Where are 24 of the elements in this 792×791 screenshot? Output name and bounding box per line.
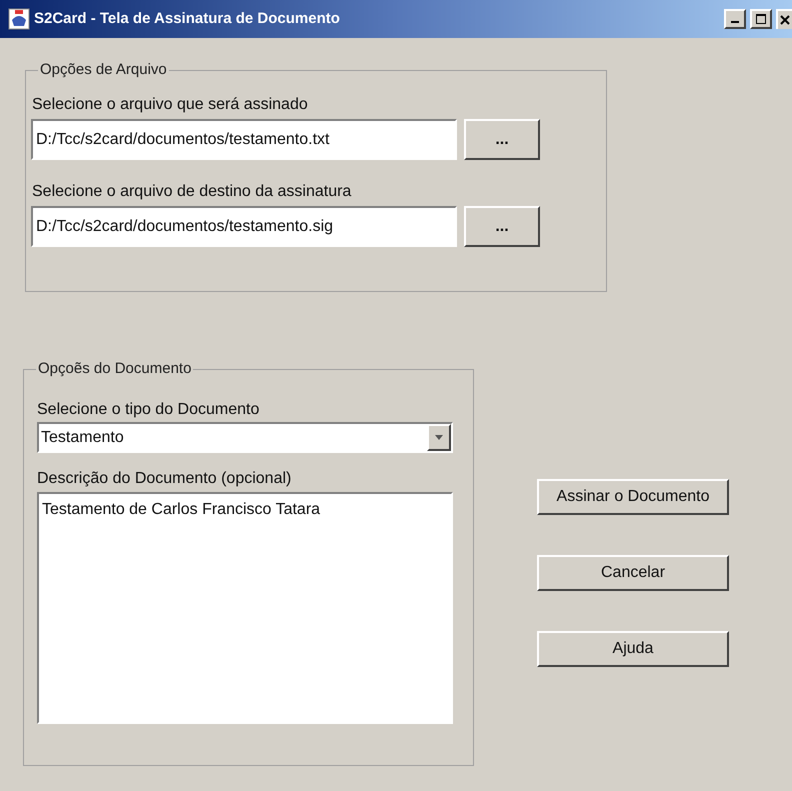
action-button[interactable]: Assinar o Documento	[537, 479, 729, 515]
field-label: Selecione o tipo do Documento	[37, 400, 260, 420]
close-button[interactable]	[776, 9, 792, 29]
minimize-icon	[731, 21, 739, 23]
browse-button[interactable]: ...	[464, 206, 540, 247]
maximize-button[interactable]	[750, 9, 772, 29]
type-dropdown[interactable]: Testamento	[37, 422, 453, 453]
app-icon	[8, 8, 30, 30]
field-label: Selecione o arquivo de destino da assinatura	[31, 182, 352, 202]
description-textarea[interactable]: Testamento de Carlos Francisco Tatara	[37, 492, 453, 724]
action-button[interactable]: Ajuda	[537, 631, 729, 667]
window-title: S2Card - Tela de Assinatura de Documento	[34, 8, 340, 29]
action-button[interactable]: Cancelar	[537, 555, 729, 591]
group-legend: Opçoẽs do Documento	[36, 360, 194, 378]
group-legend: Opções de Arquivo	[38, 61, 169, 79]
close-icon	[780, 15, 790, 25]
path-field[interactable]: D:/Tcc/s2card/documentos/testamento.txt	[31, 119, 457, 160]
field-label: Selecione o arquivo que será assinado	[31, 95, 309, 115]
field-label: Descrição do Documento (opcional)	[37, 469, 292, 489]
caret-icon	[435, 435, 443, 440]
minimize-button[interactable]	[724, 9, 746, 29]
browse-button[interactable]: ...	[464, 119, 540, 160]
maximize-icon	[756, 14, 766, 24]
path-field[interactable]: D:/Tcc/s2card/documentos/testamento.sig	[31, 206, 457, 247]
